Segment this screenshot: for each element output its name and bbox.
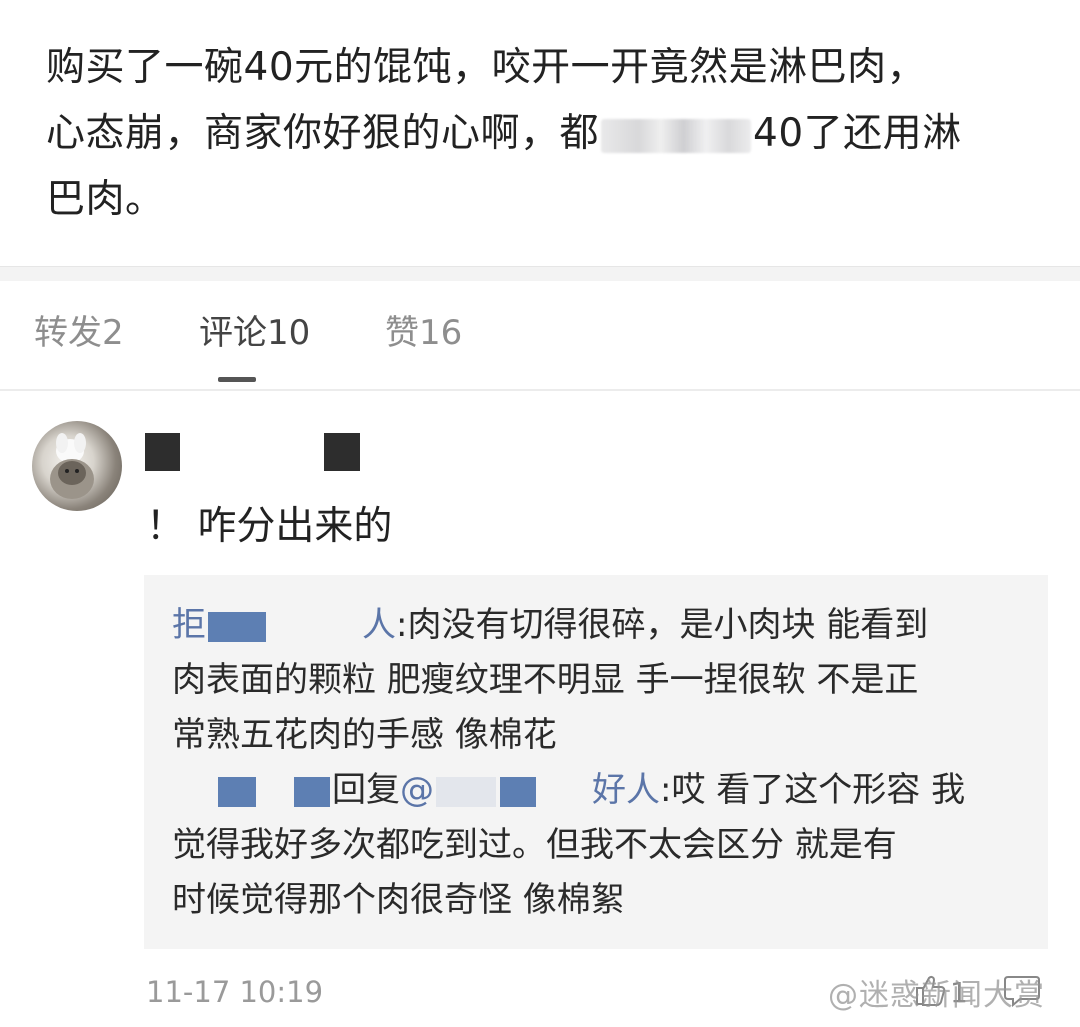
mention-link[interactable]: @ 好人	[400, 770, 660, 810]
reply-1-line-2: 肉表面的颗粒 肥瘦纹理不明显 手一捏很软 不是正	[172, 660, 919, 700]
username-masked-part[interactable]	[324, 433, 360, 471]
reply-thread[interactable]: 拒人:肉没有切得很碎，是小肉块 能看到 肉表面的颗粒 肥瘦纹理不明显 手一捏很软…	[144, 575, 1048, 949]
avatar[interactable]	[32, 421, 122, 511]
reply-1-text: :肉没有切得很碎，是小肉块 能看到	[396, 605, 929, 645]
reply-2-text: :哎 看了这个形容 我	[660, 770, 966, 810]
reply-1-line-1: 拒人:肉没有切得很碎，是小肉块 能看到	[172, 605, 928, 645]
post-text-line-1: 购买了一碗40元的馄饨，咬开一开竟然是淋巴肉，	[46, 45, 927, 90]
reply-word: 回复	[332, 770, 400, 810]
reply-2-line-2: 觉得我好多次都吃到过。但我不太会区分 就是有	[172, 825, 897, 865]
avatar-image	[50, 433, 94, 499]
username-masked-part[interactable]	[145, 433, 180, 471]
reply-1-author[interactable]: 拒人	[172, 605, 396, 645]
section-divider	[0, 266, 1080, 281]
comment-timestamp: 11-17 10:19	[146, 975, 324, 1009]
comment-text: ！ 咋分出来的	[146, 504, 393, 549]
weibo-post-page: 购买了一碗40元的馄饨，咬开一开竟然是淋巴肉， 心态崩，商家你好狠的心啊，都 40…	[0, 0, 1080, 1027]
reply-2-author[interactable]	[172, 770, 332, 810]
masked-name	[208, 611, 266, 642]
masked-name	[218, 776, 256, 807]
tab-comments[interactable]: 评论10	[199, 311, 310, 355]
masked-name	[294, 776, 330, 807]
post-body: 购买了一碗40元的馄饨，咬开一开竟然是淋巴肉， 心态崩，商家你好狠的心啊，都 40…	[0, 0, 1080, 266]
active-tab-indicator	[218, 377, 256, 382]
post-text-line-3: 巴肉。	[46, 177, 165, 222]
post-text-line-2-end: 40了还用淋	[753, 111, 962, 156]
reply-2-line-1: 回复@ 好人:哎 看了这个形容 我	[172, 770, 965, 810]
post-text-line-2-start: 心态崩，商家你好狠的心啊，都	[46, 111, 600, 156]
watermark: @迷惑新闻大赏	[828, 978, 1045, 1013]
interaction-tabs: 转发2 评论10 赞16	[0, 281, 1080, 391]
reply-2-line-3: 时候觉得那个肉很奇怪 像棉絮	[172, 880, 625, 920]
masked-name	[500, 776, 536, 807]
tab-likes[interactable]: 赞16	[385, 311, 462, 355]
blurred-text	[601, 118, 752, 153]
masked-name	[436, 776, 496, 807]
post-text-line-2: 心态崩，商家你好狠的心啊，都 40了还用淋	[46, 110, 962, 158]
reply-1-line-3: 常熟五花肉的手感 像棉花	[172, 715, 557, 755]
masked-name	[270, 611, 360, 642]
tab-reposts[interactable]: 转发2	[34, 311, 124, 355]
